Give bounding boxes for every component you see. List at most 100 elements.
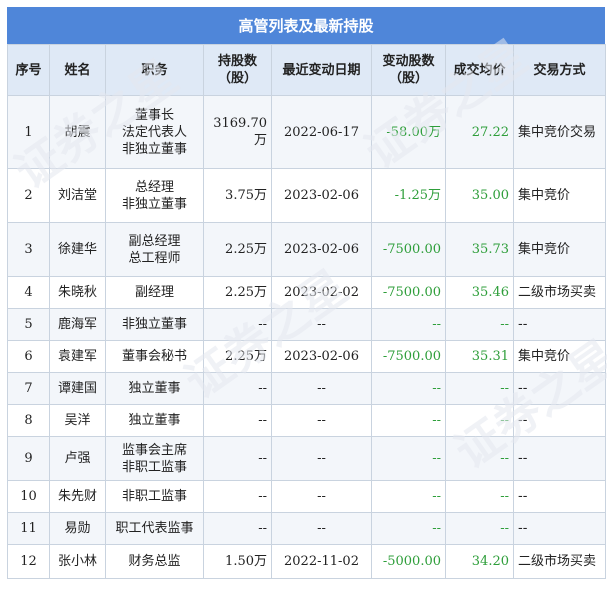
header-label: 职务 [141,62,168,78]
trade-method: -- [513,372,606,405]
row-index: 2 [7,168,50,223]
shares-held: -- [203,404,272,437]
change-date: -- [271,512,372,545]
header-cell: 变动股数 （股） [371,44,446,96]
person-role: 独立董事 [105,372,204,405]
role-line: 副总经理 [128,233,181,249]
role-line: 总经理 [134,179,174,195]
header-label: （股） [217,71,257,86]
shares-changed: -- [371,372,446,405]
header-cell: 成交均价 [445,44,514,96]
change-date: -- [271,404,372,437]
role-line: 独立董事 [128,413,181,428]
person-role: 副经理 [105,276,204,309]
role-line: 非独立董事 [121,141,187,157]
person-name: 卢强 [49,436,106,481]
header-cell: 序号 [7,44,50,96]
header-label: 交易方式 [533,62,586,78]
shares-held: -- [203,436,272,481]
trade-method: -- [513,480,606,513]
table-row: 11 易勋 职工代表监事 -- -- -- -- -- [7,512,606,545]
person-role: 独立董事 [105,404,204,437]
header-label: 变动股数 [382,54,435,69]
person-name: 吴洋 [49,404,106,437]
change-date: 2023-02-06 [271,340,372,373]
header-label: 序号 [15,62,42,78]
change-date: 2023-02-06 [271,222,372,277]
shares-changed: -- [371,404,446,437]
shares-held: -- [203,480,272,513]
avg-price: 35.73 [445,222,514,277]
shares-changed: -- [371,436,446,481]
avg-price: -- [445,372,514,405]
person-name: 刘洁堂 [49,168,106,223]
shares-held: -- [203,512,272,545]
role-line: 监事会主席 [121,442,187,458]
header-label: 最近变动日期 [282,62,361,78]
header-label: 持股数 [217,54,257,69]
change-date: 2023-02-06 [271,168,372,223]
table-title: 高管列表及最新持股 [7,7,605,44]
header-cell: 持股数 （股） [203,44,272,96]
change-date: -- [271,480,372,513]
person-role: 董事会秘书 [105,340,204,373]
header-row: 序号 姓名 职务 持股数 （股） 最近变动日期 变动股数 （股） 成交均价 交易方式 [7,44,606,96]
person-name: 朱晓秋 [49,276,106,309]
table-row: 1 胡震 董事长 法定代表人 非独立董事 3169.70万 2022-06-17 -58.00… [7,95,606,169]
role-line: 非独立董事 [121,317,187,332]
change-date: 2022-06-17 [271,95,372,169]
role-line: 副经理 [134,285,174,300]
executives-table: 序号 姓名 职务 持股数 （股） 最近变动日期 变动股数 （股） 成交均价 交易方式 1 胡震 董事长… [7,44,606,579]
person-name: 朱先财 [49,480,106,513]
change-date: 2023-02-02 [271,276,372,309]
person-name: 易勋 [49,512,106,545]
shares-held: 3.75万 [203,168,272,223]
change-date: -- [271,308,372,341]
shares-changed: -7500.00 [371,276,446,309]
row-index: 8 [7,404,50,437]
header-cell: 最近变动日期 [271,44,372,96]
shares-held: 1.50万 [203,544,272,579]
table-row: 3 徐建华 副总经理 总工程师 2.25万 2023-02-06 -7500.00 35.73… [7,222,606,277]
table-row: 5 鹿海军 非独立董事 -- -- -- -- -- [7,308,606,341]
avg-price: -- [445,480,514,513]
role-line: 董事长 [134,107,174,123]
table-row: 12 张小林 财务总监 1.50万 2022-11-02 -5000.00 34.20 二级市… [7,544,606,579]
avg-price: -- [445,308,514,341]
row-index: 10 [7,480,50,513]
role-line: 董事会秘书 [121,349,187,364]
person-role: 副总经理 总工程师 [105,222,204,277]
person-name: 徐建华 [49,222,106,277]
header-label: 成交均价 [453,62,506,78]
shares-held: -- [203,308,272,341]
shares-changed: -- [371,512,446,545]
trade-method: 集中竞价 [513,222,606,277]
role-line: 法定代表人 [121,124,187,140]
role-line: 非职工监事 [121,489,187,504]
shares-held: 2.25万 [203,222,272,277]
person-name: 鹿海军 [49,308,106,341]
role-line: 职工代表监事 [115,521,194,536]
row-index: 6 [7,340,50,373]
avg-price: 34.20 [445,544,514,579]
role-line: 总工程师 [128,250,181,266]
table-row: 8 吴洋 独立董事 -- -- -- -- -- [7,404,606,437]
trade-method: 集中竞价 [513,340,606,373]
role-line: 非独立董事 [121,196,187,212]
shares-changed: -- [371,308,446,341]
trade-method: -- [513,308,606,341]
row-index: 3 [7,222,50,277]
header-cell: 职务 [105,44,204,96]
row-index: 9 [7,436,50,481]
table-row: 2 刘洁堂 总经理 非独立董事 3.75万 2023-02-06 -1.25万 35.00 集中… [7,168,606,223]
person-role: 非职工监事 [105,480,204,513]
person-name: 张小林 [49,544,106,579]
person-role: 董事长 法定代表人 非独立董事 [105,95,204,169]
trade-method: -- [513,436,606,481]
table-row: 6 袁建军 董事会秘书 2.25万 2023-02-06 -7500.00 35.31 集中竞… [7,340,606,373]
person-name: 袁建军 [49,340,106,373]
person-role: 非独立董事 [105,308,204,341]
trade-method: -- [513,512,606,545]
header-cell: 交易方式 [513,44,606,96]
change-date: -- [271,436,372,481]
